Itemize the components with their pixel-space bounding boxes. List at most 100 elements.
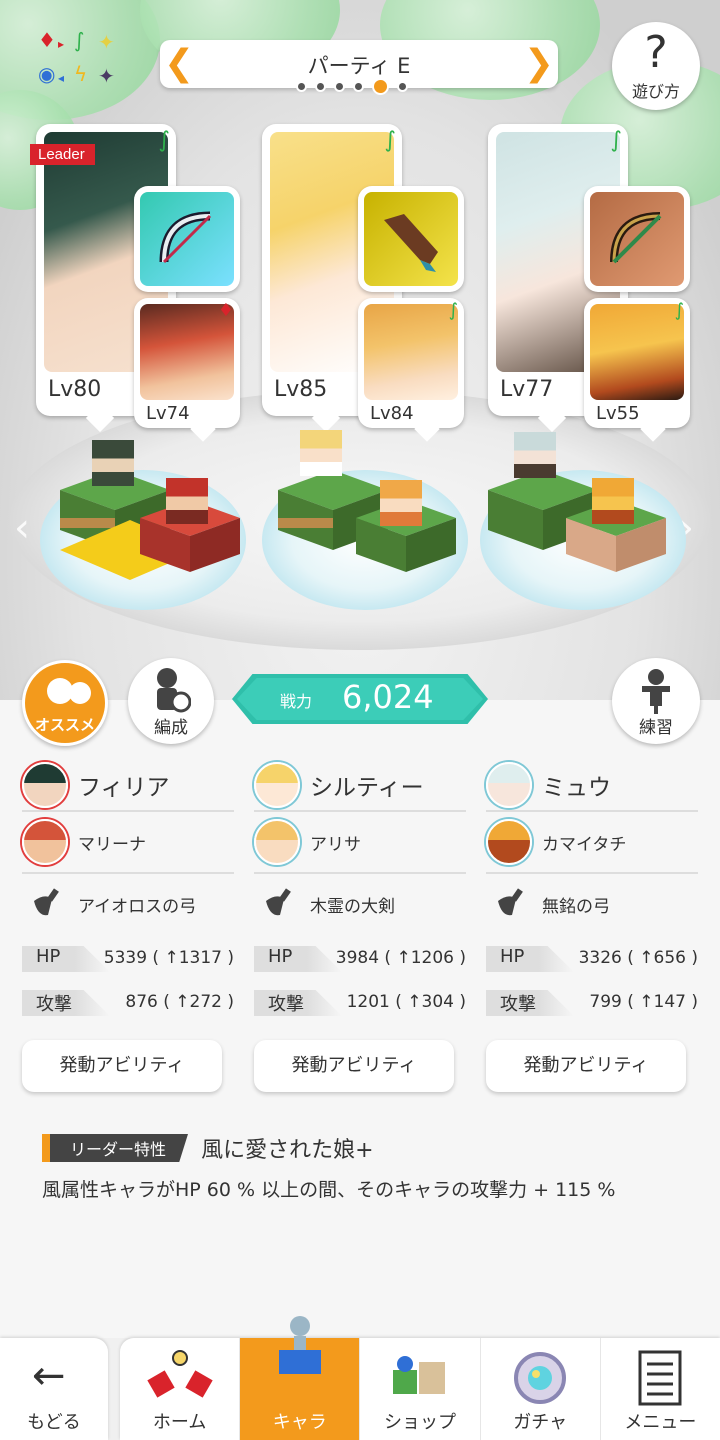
tab-label: メニュー xyxy=(624,1412,697,1433)
member-column: フィリア マリーナ アイオロスの弓 HP 5339 ( ↑1317 ) 攻撃 8… xyxy=(22,760,234,1022)
leader-badge: Leader xyxy=(30,144,95,165)
recommend-button[interactable]: オススメ xyxy=(22,660,108,746)
sub-member-name: カマイタチ xyxy=(542,834,627,855)
tab-chara[interactable]: キャラ xyxy=(240,1316,361,1440)
scroll-left-icon[interactable]: ‹ xyxy=(14,505,30,551)
page-dot[interactable] xyxy=(296,81,307,92)
tab-shop[interactable]: ショップ xyxy=(360,1338,481,1440)
wind-element-icon: ∫ xyxy=(674,300,684,321)
sub-member-row[interactable]: カマイタチ xyxy=(486,812,698,874)
sub-character-card[interactable]: ♦ Lv74 xyxy=(134,298,240,442)
tab-label: ホーム xyxy=(152,1412,207,1433)
sub-member-row[interactable]: マリーナ xyxy=(22,812,234,874)
stat-label: 攻撃 xyxy=(268,994,304,1015)
back-button[interactable]: ← もどる xyxy=(0,1338,108,1440)
formation-label: 編成 xyxy=(154,718,188,738)
practice-button[interactable]: 練習 xyxy=(612,658,700,744)
how-to-play-label: 遊び方 xyxy=(631,82,680,101)
ability-button[interactable]: 発動アビリティ xyxy=(254,1040,454,1092)
weapon-slot[interactable] xyxy=(584,186,690,292)
page-dot[interactable] xyxy=(397,81,408,92)
stat-label: HP xyxy=(500,946,525,967)
ability-button[interactable]: 発動アビリティ xyxy=(22,1040,222,1092)
shop-icon xyxy=(393,1356,445,1394)
weapon-row[interactable]: 木霊の大剣 xyxy=(254,874,466,934)
bottom-navigation: ← もどる ホーム キャラ ショップ ガチャ メニュー xyxy=(0,1316,720,1440)
back-label: もどる xyxy=(27,1412,81,1433)
character-portrait xyxy=(364,304,458,400)
leader-skill: リーダー特性 風に愛された娘+ 風属性キャラがHP 60 % 以上の間、そのキャ… xyxy=(42,1132,682,1204)
thunder-icon: ϟ xyxy=(74,62,88,86)
sub-character-card[interactable]: ∫ Lv55 xyxy=(584,298,690,442)
attack-stat: 攻撃 799 ( ↑147 ) xyxy=(486,978,698,1022)
tab-label: ショップ xyxy=(384,1412,456,1433)
party-power: 戦力 6,024 xyxy=(232,674,488,724)
leader-skill-description: 風属性キャラがHP 60 % 以上の間、そのキャラの攻撃力 + 115 % xyxy=(42,1179,616,1201)
fire-icon: ♦ xyxy=(38,28,56,52)
attack-stat: 攻撃 876 ( ↑272 ) xyxy=(22,978,234,1022)
recommend-icon xyxy=(47,678,91,704)
formation-icon xyxy=(157,668,191,713)
main-member-row[interactable]: シルティー xyxy=(254,760,466,812)
stat-value: 3984 ( ↑1206 ) xyxy=(335,948,466,968)
ability-button[interactable]: 発動アビリティ xyxy=(486,1040,686,1092)
avatar xyxy=(22,819,68,865)
character-level: Lv80 xyxy=(48,377,102,402)
tab-label: キャラ xyxy=(272,1412,327,1433)
weapon-icon xyxy=(266,888,291,916)
stat-value: 5339 ( ↑1317 ) xyxy=(103,948,234,968)
page-dot-active[interactable] xyxy=(372,78,389,95)
how-to-play-button[interactable]: ? 遊び方 xyxy=(612,22,700,110)
weapon-slot[interactable] xyxy=(134,186,240,292)
leader-skill-tag: リーダー特性 xyxy=(42,1134,189,1162)
speech-tail xyxy=(640,416,666,442)
home-icon xyxy=(146,1350,213,1398)
party-title: パーティ E xyxy=(307,54,411,78)
sub-member-row[interactable]: アリサ xyxy=(254,812,466,874)
stat-label: HP xyxy=(268,946,293,967)
page-dot[interactable] xyxy=(353,81,364,92)
nav-tabs: ホーム キャラ ショップ ガチャ メニュー xyxy=(120,1316,720,1440)
main-member-row[interactable]: ミュウ xyxy=(486,760,698,812)
power-label: 戦力 xyxy=(280,692,313,711)
chara-icon xyxy=(278,1316,321,1374)
wind-element-icon: ∫ xyxy=(610,128,622,153)
page-dot[interactable] xyxy=(334,81,345,92)
back-arrow-icon: ← xyxy=(32,1353,66,1399)
practice-dummy-icon xyxy=(642,669,670,714)
avatar xyxy=(254,762,300,808)
attack-stat: 攻撃 1201 ( ↑304 ) xyxy=(254,978,466,1022)
next-party-icon[interactable]: ❯ xyxy=(524,42,554,86)
page-dot[interactable] xyxy=(315,81,326,92)
weapon-icon xyxy=(34,888,59,916)
character-sprite xyxy=(514,432,556,478)
avatar xyxy=(254,819,300,865)
dark-icon: ✦ xyxy=(98,64,115,88)
sub-character-card[interactable]: ∫ Lv84 xyxy=(358,298,464,442)
weapon-slot[interactable] xyxy=(358,186,464,292)
weapon-name: 木霊の大剣 xyxy=(310,896,395,917)
tab-gacha[interactable]: ガチャ xyxy=(481,1338,601,1440)
hp-stat: HP 5339 ( ↑1317 ) xyxy=(22,934,234,978)
gacha-icon xyxy=(514,1352,567,1404)
arrow-icon: ▸ xyxy=(58,37,65,51)
sub-member-name: マリーナ xyxy=(78,834,146,855)
formation-button[interactable]: 編成 xyxy=(128,658,214,744)
weapon-icon xyxy=(498,888,523,916)
tab-menu[interactable]: メニュー xyxy=(601,1338,720,1440)
arrow-icon: ◂ xyxy=(58,71,65,85)
main-member-row[interactable]: フィリア xyxy=(22,760,234,812)
avatar xyxy=(486,762,532,808)
character-sprite xyxy=(380,480,422,526)
light-icon: ✦ xyxy=(98,30,115,54)
character-level: Lv55 xyxy=(596,403,640,424)
main-member-name: ミュウ xyxy=(542,775,611,801)
avatar xyxy=(22,762,68,808)
greatsword-icon xyxy=(384,214,438,272)
member-column: シルティー アリサ 木霊の大剣 HP 3984 ( ↑1206 ) 攻撃 120… xyxy=(254,760,466,1022)
tab-home[interactable]: ホーム xyxy=(120,1338,241,1440)
character-sprite xyxy=(592,478,634,524)
weapon-row[interactable]: 無銘の弓 xyxy=(486,874,698,934)
weapon-row[interactable]: アイオロスの弓 xyxy=(22,874,234,934)
main-member-name: フィリア xyxy=(78,775,170,801)
